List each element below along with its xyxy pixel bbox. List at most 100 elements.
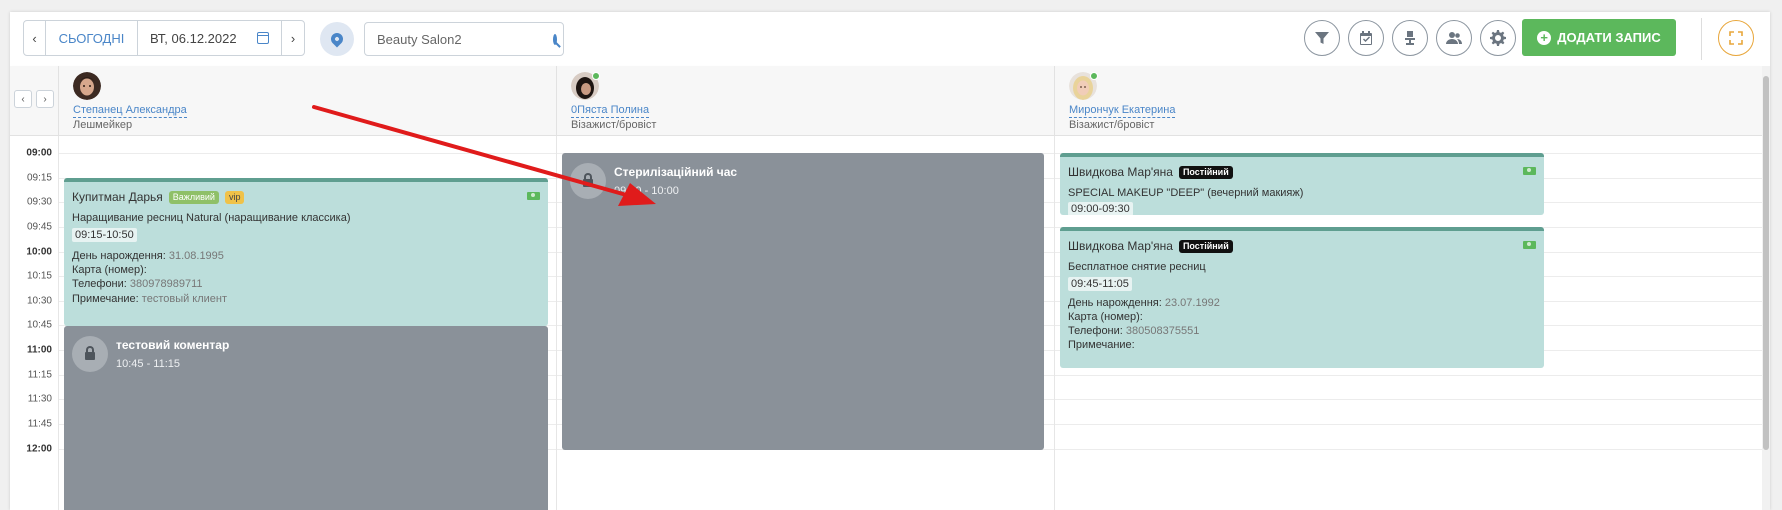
block-time: 09:00 - 10:00 bbox=[614, 185, 679, 197]
plus-icon: + bbox=[1537, 30, 1552, 45]
calendar-app: ‹ СЬОГОДНІ ВТ, 06.12.2022 › Beauty Salon… bbox=[10, 12, 1770, 510]
time-label: 10:45 bbox=[26, 319, 52, 331]
regular-badge: Постійний bbox=[1178, 165, 1233, 179]
users-icon bbox=[1446, 32, 1462, 44]
client-name: Купитман Дарья bbox=[72, 190, 163, 204]
client-name-row: Швидкова Мар'яна Постійний bbox=[1068, 165, 1233, 179]
date-navigator: ‹ СЬОГОДНІ ВТ, 06.12.2022 › bbox=[23, 20, 305, 56]
date-picker[interactable]: ВТ, 06.12.2022 bbox=[138, 21, 282, 55]
block-title: тестовий коментар bbox=[116, 338, 230, 352]
staff-role: Лешмейкер bbox=[73, 119, 133, 131]
staff-name[interactable]: Мирончук Екатерина bbox=[1069, 104, 1176, 118]
time-column: 09:00 09:15 09:30 09:45 10:00 10:15 10:3… bbox=[10, 136, 58, 510]
staff-next-button[interactable]: › bbox=[36, 90, 54, 108]
column-divider bbox=[58, 136, 59, 510]
card-line: Карта (номер): bbox=[72, 264, 147, 276]
staff-nav: ‹ › bbox=[14, 90, 54, 108]
card-label: Карта (номер): bbox=[72, 264, 147, 276]
blocked-time-card[interactable]: Стерилізаційний час 09:00 - 10:00 bbox=[562, 153, 1044, 450]
staff-button[interactable] bbox=[1436, 20, 1472, 56]
fullscreen-icon bbox=[1729, 31, 1743, 45]
today-button[interactable]: СЬОГОДНІ bbox=[46, 21, 138, 55]
note-value: тестовый клиент bbox=[141, 293, 228, 305]
birthday-label: День нарождення: bbox=[1068, 297, 1162, 309]
service-name: Наращивание ресниц Natural (наращивание … bbox=[72, 212, 351, 224]
card-label: Карта (номер): bbox=[1068, 311, 1143, 323]
birthday-value: 23.07.1992 bbox=[1164, 297, 1220, 309]
filter-button[interactable] bbox=[1304, 20, 1340, 56]
time-label: 10:00 bbox=[26, 246, 52, 258]
time-label: 09:45 bbox=[26, 221, 52, 233]
location-button[interactable] bbox=[320, 22, 354, 56]
schedule-grid: 09:00 09:15 09:30 09:45 10:00 10:15 10:3… bbox=[10, 136, 1762, 510]
note-label: Примечание: bbox=[72, 293, 139, 305]
search-icon[interactable] bbox=[553, 33, 557, 45]
chevron-right-icon: › bbox=[43, 93, 47, 105]
appointment-card[interactable]: Швидкова Мар'яна Постійний Бесплатное сн… bbox=[1060, 227, 1544, 368]
vertical-scrollbar[interactable] bbox=[1762, 66, 1770, 510]
phone-label: Телефони: bbox=[1068, 325, 1123, 337]
column-divider bbox=[556, 136, 557, 510]
staff-column-3[interactable]: Мирончук Екатерина Візажист/бровіст bbox=[1054, 66, 1762, 136]
time-label: 09:15 bbox=[26, 172, 52, 184]
note-label: Примечание: bbox=[1068, 339, 1135, 351]
client-name: Швидкова Мар'яна bbox=[1068, 239, 1173, 253]
staff-column-1[interactable]: Степанец Александра Лешмейкер bbox=[58, 66, 556, 136]
chair-icon bbox=[1405, 31, 1415, 45]
settings-button[interactable] bbox=[1480, 20, 1516, 56]
calendar-check-button[interactable] bbox=[1348, 20, 1384, 56]
time-label: 11:30 bbox=[27, 393, 52, 405]
appointment-card[interactable]: Купитман Дарья Важливий vip Наращивание … bbox=[64, 178, 548, 326]
workplace-button[interactable] bbox=[1392, 20, 1428, 56]
filter-icon bbox=[1315, 32, 1329, 44]
add-appointment-button[interactable]: + ДОДАТИ ЗАПИС bbox=[1522, 19, 1676, 56]
appointment-time: 09:45-11:05 bbox=[1068, 277, 1132, 291]
staff-column-2[interactable]: 0Пяста Полина Візажист/бровіст bbox=[556, 66, 1054, 136]
note-line: Примечание: bbox=[1068, 339, 1135, 351]
regular-badge: Постійний bbox=[1178, 239, 1233, 253]
staff-role: Візажист/бровіст bbox=[571, 119, 657, 131]
toolbar-divider bbox=[1701, 18, 1702, 60]
birthday-line: День нарождення: 31.08.1995 bbox=[72, 250, 224, 262]
phone-line: Телефони: 380508375551 bbox=[1068, 325, 1199, 337]
cash-icon bbox=[1523, 167, 1536, 175]
scrollbar-thumb[interactable] bbox=[1763, 76, 1769, 450]
salon-search[interactable] bbox=[364, 22, 564, 56]
card-line: Карта (номер): bbox=[1068, 311, 1143, 323]
vip-badge: vip bbox=[224, 190, 245, 204]
time-label: 11:15 bbox=[27, 369, 52, 381]
staff-name[interactable]: Степанец Александра bbox=[73, 104, 187, 118]
time-label: 10:30 bbox=[26, 295, 52, 307]
birthday-value: 31.08.1995 bbox=[168, 250, 224, 262]
staff-header: ‹ › Степанец Александра Лешмейкер 0Пяста… bbox=[10, 66, 1762, 136]
appointment-time: 09:00-09:30 bbox=[1068, 202, 1133, 215]
client-name-row: Швидкова Мар'яна Постійний bbox=[1068, 239, 1233, 253]
online-indicator bbox=[592, 72, 600, 80]
client-name-row: Купитман Дарья Важливий vip bbox=[72, 190, 245, 204]
fullscreen-button[interactable] bbox=[1718, 20, 1754, 56]
column-divider bbox=[1054, 136, 1055, 510]
blocked-time-card[interactable]: тестовий коментар 10:45 - 11:15 bbox=[64, 326, 548, 510]
toolbar: ‹ СЬОГОДНІ ВТ, 06.12.2022 › Beauty Salon… bbox=[10, 12, 1770, 66]
phone-value: 380508375551 bbox=[1125, 325, 1200, 337]
salon-search-input[interactable] bbox=[377, 31, 553, 47]
cash-icon bbox=[1523, 241, 1536, 249]
add-appointment-label: ДОДАТИ ЗАПИС bbox=[1557, 30, 1661, 45]
prev-day-button[interactable]: ‹ bbox=[24, 21, 46, 55]
time-label: 09:00 bbox=[26, 147, 52, 159]
lock-icon bbox=[570, 163, 606, 199]
service-name: SPECIAL MAKEUP "DEEP" (вечерний макияж) bbox=[1068, 187, 1304, 199]
chevron-right-icon: › bbox=[290, 30, 296, 46]
calendar-check-icon bbox=[1360, 31, 1372, 45]
staff-prev-button[interactable]: ‹ bbox=[14, 90, 32, 108]
appointment-card[interactable]: Швидкова Мар'яна Постійний SPECIAL MAKEU… bbox=[1060, 153, 1544, 215]
chevron-left-icon: ‹ bbox=[32, 30, 37, 46]
time-label: 12:00 bbox=[26, 443, 52, 455]
avatar bbox=[73, 72, 101, 100]
staff-name[interactable]: 0Пяста Полина bbox=[571, 104, 650, 118]
time-label: 10:15 bbox=[26, 270, 52, 282]
birthday-label: День нарождення: bbox=[72, 250, 166, 262]
block-time: 10:45 - 11:15 bbox=[116, 358, 181, 370]
birthday-line: День нарождення: 23.07.1992 bbox=[1068, 297, 1220, 309]
next-day-button[interactable]: › bbox=[282, 21, 304, 55]
